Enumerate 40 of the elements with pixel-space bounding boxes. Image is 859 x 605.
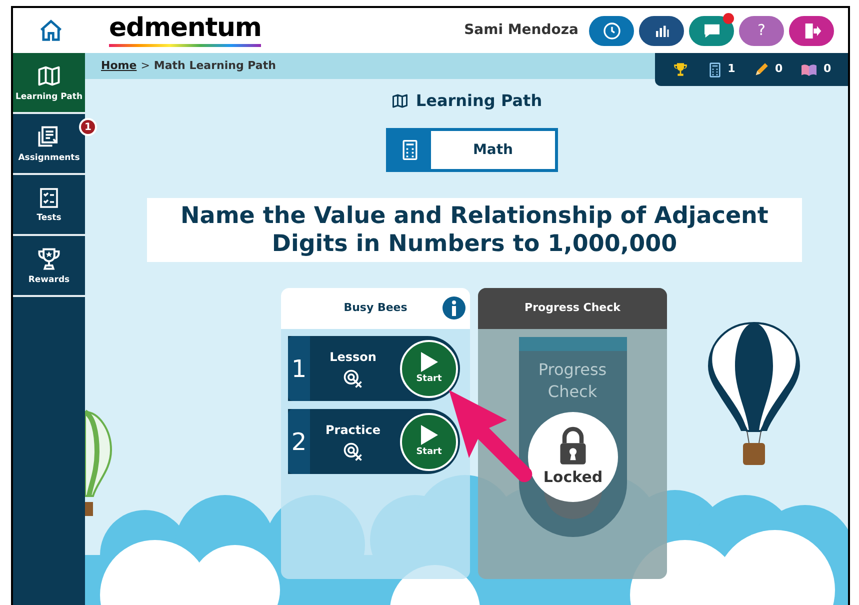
trophy-icon [672,61,689,78]
stat-count: 0 [775,61,783,78]
play-icon [419,350,439,373]
clock-icon [602,20,622,40]
messages-button[interactable] [689,16,734,46]
sidebar-item[interactable]: Learning Path [13,53,85,114]
subject-tab[interactable]: Math [431,131,555,169]
home-link[interactable]: Home [101,58,137,74]
stat-count: 0 [823,61,832,78]
page-title: Learning Path [416,90,542,112]
activity-label: Practice [325,422,381,438]
target-cursor-icon [342,368,364,390]
logout-button[interactable] [789,16,834,46]
start-button[interactable]: Start [400,412,458,470]
map-icon [390,92,409,110]
activity-number: 1 [288,336,310,401]
help-button[interactable]: ? [739,16,784,46]
rewards-icon [36,246,62,272]
progress-check-label: Progress Check [537,359,608,403]
card-title: Busy Bees [344,300,408,316]
target-cursor-icon [342,440,364,462]
start-button[interactable]: Start [400,340,458,398]
lesson-heading: Name the Value and Relationship of Adjacent Digits in Numbers to 1,000,000 [147,198,802,262]
activity-number: 2 [288,409,310,474]
logo: edmentum [109,14,262,46]
stat-count: 1 [728,61,736,78]
info-icon[interactable] [442,296,466,320]
user-name: Sami Mendoza [464,21,578,40]
card-title: Progress Check [524,300,620,316]
tests-icon [37,186,61,210]
activity-label: Lesson [330,348,376,366]
home-icon[interactable] [38,18,64,44]
locked-label: Locked [543,466,603,488]
breadcrumb-current: Math Learning Path [154,58,276,74]
pencil-icon [753,61,770,78]
history-button[interactable] [589,16,634,46]
breadcrumb-separator: > [140,58,150,74]
calculator-icon [706,62,723,78]
play-icon [419,424,439,446]
reports-button[interactable] [639,16,684,46]
